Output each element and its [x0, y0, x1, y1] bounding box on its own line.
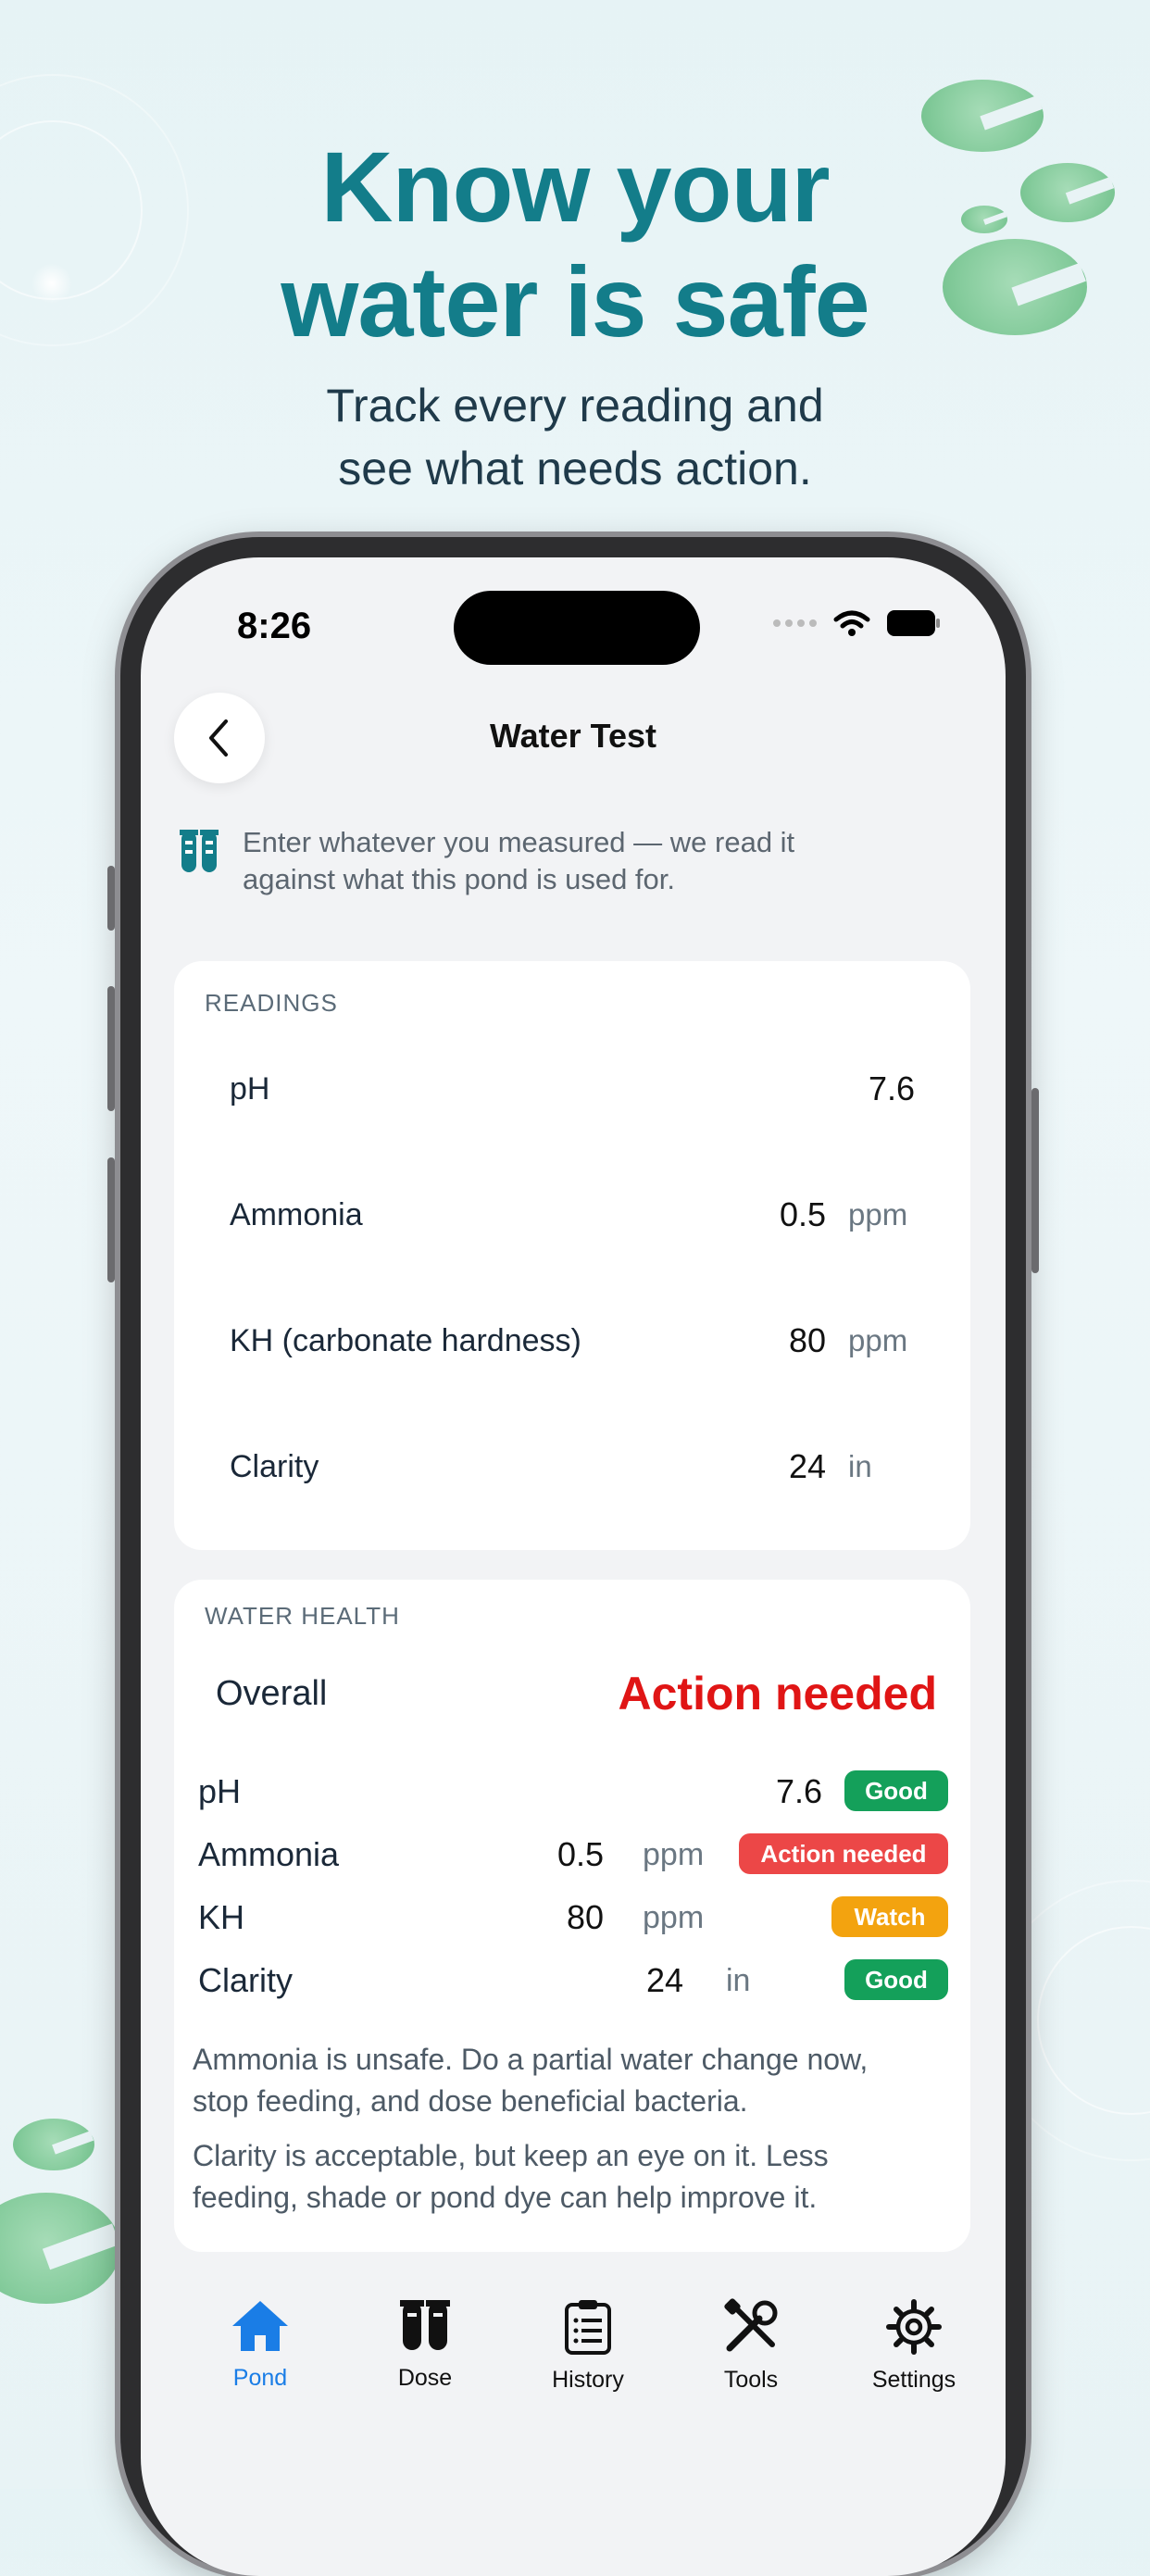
info-banner: Enter whatever you measured — we read it… [178, 824, 974, 898]
info-text: Enter whatever you measured — we read it… [243, 826, 795, 895]
health-param-name: Clarity [198, 1961, 294, 1999]
health-param-name: pH [198, 1772, 242, 1810]
health-row-ammonia: Ammonia 0.5 ppm Action needed [198, 1832, 948, 1878]
tab-label: Settings [871, 2367, 956, 2393]
health-param-unit: ppm [643, 1900, 705, 1935]
reading-name: pH [230, 1070, 270, 1107]
battery-icon [887, 610, 940, 636]
water-health-label: WATER HEALTH [205, 1602, 400, 1630]
status-time: 8:26 [237, 606, 312, 646]
overall-label: Overall [216, 1674, 328, 1713]
tab-settings[interactable]: Settings [844, 2298, 983, 2394]
tab-label: Tools [723, 2367, 779, 2393]
status-icons [773, 609, 941, 637]
tab-label: Dose [397, 2365, 453, 2391]
lily-pad-decoration [0, 2193, 120, 2304]
reading-name: Ammonia [230, 1196, 363, 1232]
home-icon [232, 2301, 288, 2351]
health-param-value: 24 [645, 1961, 683, 1999]
reading-row-kh[interactable]: KH (carbonate hardness) 80 ppm [230, 1313, 915, 1369]
app-screen: 8:26 Water Test Enter whatever you measu… [141, 557, 1006, 2576]
readings-label: READINGS [205, 989, 338, 1017]
status-badge: Good [844, 1770, 948, 1811]
ammonia-advice: Ammonia is unsafe. Do a partial water ch… [193, 2043, 869, 2118]
tab-tools[interactable]: Tools [681, 2298, 820, 2394]
health-param-value: 0.5 [556, 1835, 604, 1873]
reading-name: KH (carbonate hardness) [230, 1322, 581, 1358]
health-param-name: Ammonia [198, 1835, 340, 1873]
reading-value-input[interactable]: 80 [789, 1321, 826, 1360]
reading-row-clarity[interactable]: Clarity 24 in [230, 1439, 915, 1494]
clipboard-icon [565, 2300, 611, 2355]
reading-unit: in [848, 1449, 872, 1483]
health-row-ph: pH 7.6 Good [198, 1769, 948, 1815]
reading-unit: ppm [848, 1197, 908, 1232]
health-param-unit: ppm [643, 1837, 705, 1872]
hero-subtitle: Track every reading and see what needs a… [326, 380, 824, 494]
test-tubes-icon [180, 830, 219, 872]
clarity-advice: Clarity is acceptable, but keep an eye o… [193, 2139, 829, 2214]
screen-title: Water Test [489, 717, 657, 755]
tab-history[interactable]: History [519, 2298, 657, 2394]
tab-label: Pond [232, 2365, 288, 2391]
health-param-name: KH [198, 1898, 245, 1936]
phone-frame: 8:26 Water Test Enter whatever you measu… [107, 537, 1039, 2576]
reading-value-input[interactable]: 24 [789, 1447, 826, 1486]
lily-pad-decoration [13, 2119, 94, 2170]
signal-icon [773, 619, 817, 627]
reading-unit: ppm [848, 1323, 908, 1357]
hero-title: Know your water is safe [281, 131, 869, 357]
gear-icon [886, 2299, 942, 2355]
health-param-unit: in [726, 1963, 751, 1998]
health-row-clarity: Clarity 24 in Good [198, 1957, 948, 2004]
reading-value-input[interactable]: 0.5 [780, 1195, 826, 1234]
status-badge: Good [844, 1959, 948, 2000]
reading-row-ammonia[interactable]: Ammonia 0.5 ppm [230, 1187, 915, 1243]
health-param-value: 80 [566, 1898, 604, 1936]
reading-row-ph[interactable]: pH 7.6 [230, 1061, 915, 1117]
status-badge: Watch [831, 1896, 948, 1937]
dynamic-island [454, 591, 700, 665]
reading-name: Clarity [230, 1448, 319, 1484]
reading-value-input[interactable]: 7.6 [869, 1069, 915, 1108]
overall-status: Action needed [618, 1668, 937, 1719]
wifi-icon [833, 610, 870, 636]
health-row-kh: KH 80 ppm Watch [198, 1894, 948, 1941]
tab-bar: Pond Dose History Tools Settings [141, 2298, 1006, 2446]
health-param-value: 7.6 [775, 1772, 822, 1810]
water-health-card: WATER HEALTH Overall Action needed pH 7.… [174, 1580, 970, 2252]
test-tubes-icon [400, 2300, 450, 2350]
readings-card: READINGS pH 7.6 Ammonia 0.5 ppm KH (carb… [174, 961, 970, 1550]
tab-dose[interactable]: Dose [356, 2298, 494, 2392]
tab-pond[interactable]: Pond [191, 2298, 330, 2392]
tab-label: History [552, 2367, 624, 2393]
status-badge: Action needed [739, 1833, 948, 1874]
tools-icon [724, 2298, 778, 2352]
